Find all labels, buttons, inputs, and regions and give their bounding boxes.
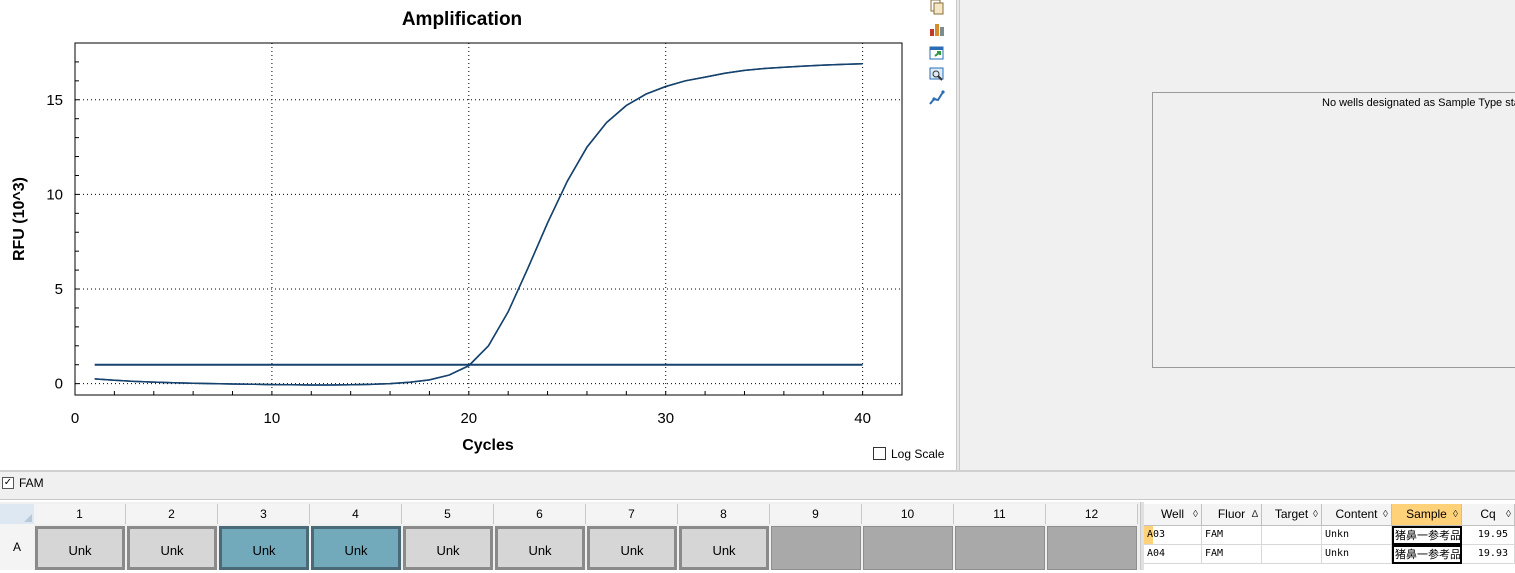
cell-fluor[interactable]: FAM (1202, 526, 1262, 545)
plate-well-a2[interactable]: Unk (127, 526, 217, 570)
y-tick-label: 10 (46, 186, 63, 203)
column-header-label: Fluor (1217, 507, 1246, 521)
cell-fluor[interactable]: FAM (1202, 545, 1262, 564)
curve-icon[interactable] (928, 89, 946, 107)
plate-column-header[interactable]: 11 (954, 504, 1046, 524)
cell-sample[interactable]: 猪鼻一参考品 (1392, 545, 1462, 564)
plate-well-a10[interactable] (863, 526, 953, 570)
log-scale-label: Log Scale (891, 446, 945, 461)
x-tick-label: 0 (71, 410, 79, 427)
chart-toolbar (925, 0, 955, 110)
plate-column-header[interactable]: 12 (1046, 504, 1138, 524)
plate-well-a11[interactable] (955, 526, 1045, 570)
plate-column-header[interactable]: 6 (494, 504, 586, 524)
y-axis-label: RFU (10^3) (11, 177, 28, 261)
standard-curve-message: No wells designated as Sample Type star (1322, 97, 1515, 109)
plate-column-header[interactable]: 10 (862, 504, 954, 524)
cell-content[interactable]: Unkn (1322, 545, 1392, 564)
sort-indicator-icon[interactable]: ◊ (1383, 504, 1388, 525)
fluorophore-selector: ✓ FAM (0, 472, 1515, 500)
column-header-content[interactable]: Content ◊ (1322, 504, 1392, 526)
plate-view: 1 2 3 4 5 6 7 8 9 10 11 12 A Unk Unk Unk Unk Unk Unk Unk U… (0, 502, 1140, 570)
cell-cq[interactable]: 19.95 (1462, 526, 1515, 545)
plot-area (74, 42, 903, 396)
amplification-chart[interactable]: 0 10 20 30 40 0 5 10 15 Amplification Cycles RFU (1… (0, 0, 925, 470)
copy-icon[interactable] (928, 0, 946, 16)
column-header-label: Cq (1480, 507, 1496, 521)
export-icon[interactable] (928, 44, 946, 62)
sort-indicator-icon[interactable]: ◊ (1506, 504, 1511, 525)
chart-title: Amplification (402, 9, 522, 30)
cell-target[interactable] (1262, 545, 1322, 564)
plate-column-header[interactable]: 1 (34, 504, 126, 524)
plate-well-a7[interactable]: Unk (587, 526, 677, 570)
x-tick-label: 20 (460, 410, 477, 427)
plate-well-a4[interactable]: Unk (311, 526, 401, 570)
plate-well-a5[interactable]: Unk (403, 526, 493, 570)
x-tick-label: 30 (657, 410, 674, 427)
x-tick-label: 10 (264, 410, 281, 427)
plate-column-header[interactable]: 5 (402, 504, 494, 524)
column-header-label: Content (1335, 507, 1378, 521)
plate-row-header-a[interactable]: A (0, 524, 34, 570)
column-header-fluor[interactable]: Fluor ∆ (1202, 504, 1262, 526)
sort-indicator-icon[interactable]: ◊ (1313, 504, 1318, 525)
column-header-label: Target (1274, 507, 1309, 521)
y-tick-label: 5 (55, 281, 63, 298)
plate-column-header[interactable]: 7 (586, 504, 678, 524)
plate-column-header[interactable]: 3 (218, 504, 310, 524)
plate-column-header[interactable]: 9 (770, 504, 862, 524)
standard-curve-box: No wells designated as Sample Type star (1152, 92, 1515, 368)
column-header-well[interactable]: Well ◊ (1144, 504, 1202, 526)
plate-column-header[interactable]: 2 (126, 504, 218, 524)
plate-well-a1[interactable]: Unk (35, 526, 125, 570)
log-scale-checkbox[interactable]: Log Scale (873, 446, 944, 462)
zoom-icon[interactable] (928, 65, 946, 83)
column-header-sample[interactable]: Sample ◊ (1392, 504, 1462, 526)
column-header-cq[interactable]: Cq ◊ (1462, 504, 1515, 526)
plate-well-a6[interactable]: Unk (495, 526, 585, 570)
log-scale-check-box[interactable] (873, 447, 886, 461)
x-tick-label: 40 (854, 410, 871, 427)
plate-well-a8[interactable]: Unk (679, 526, 769, 570)
amplification-chart-panel: 0 10 20 30 40 0 5 10 15 Amplification Cycles RFU (1… (0, 0, 925, 470)
fam-checkbox[interactable]: ✓ (2, 477, 14, 489)
plate-column-header[interactable]: 4 (310, 504, 402, 524)
cell-target[interactable] (1262, 526, 1322, 545)
cell-sample[interactable]: 猪鼻一参考品 (1392, 526, 1462, 545)
y-tick-label: 0 (55, 376, 63, 393)
plate-well-a12[interactable] (1047, 526, 1137, 570)
sort-indicator-icon[interactable]: ◊ (1453, 504, 1458, 525)
fam-label: FAM (19, 476, 44, 490)
plate-well-a3[interactable]: Unk (219, 526, 309, 570)
cell-cq[interactable]: 19.93 (1462, 545, 1515, 564)
column-header-label: Well (1160, 507, 1185, 521)
x-axis-label: Cycles (462, 437, 514, 454)
cell-well[interactable]: A03 (1144, 526, 1202, 545)
column-header-target[interactable]: Target ◊ (1262, 504, 1322, 526)
cell-well[interactable]: A04 (1144, 545, 1202, 564)
bar-chart-icon[interactable] (928, 20, 946, 38)
plate-corner-select-all[interactable] (0, 504, 34, 524)
y-tick-label: 15 (46, 92, 63, 109)
column-header-label: Sample (1406, 507, 1447, 521)
results-table: Well ◊ Fluor ∆ Target ◊ Content ◊ Sample ◊ Cq ◊ A03 F… (1144, 504, 1515, 570)
sort-indicator-icon[interactable]: ∆ (1252, 504, 1258, 525)
plate-column-header[interactable]: 8 (678, 504, 770, 524)
plate-well-a9[interactable] (771, 526, 861, 570)
sort-indicator-icon[interactable]: ◊ (1193, 504, 1198, 525)
cell-content[interactable]: Unkn (1322, 526, 1392, 545)
